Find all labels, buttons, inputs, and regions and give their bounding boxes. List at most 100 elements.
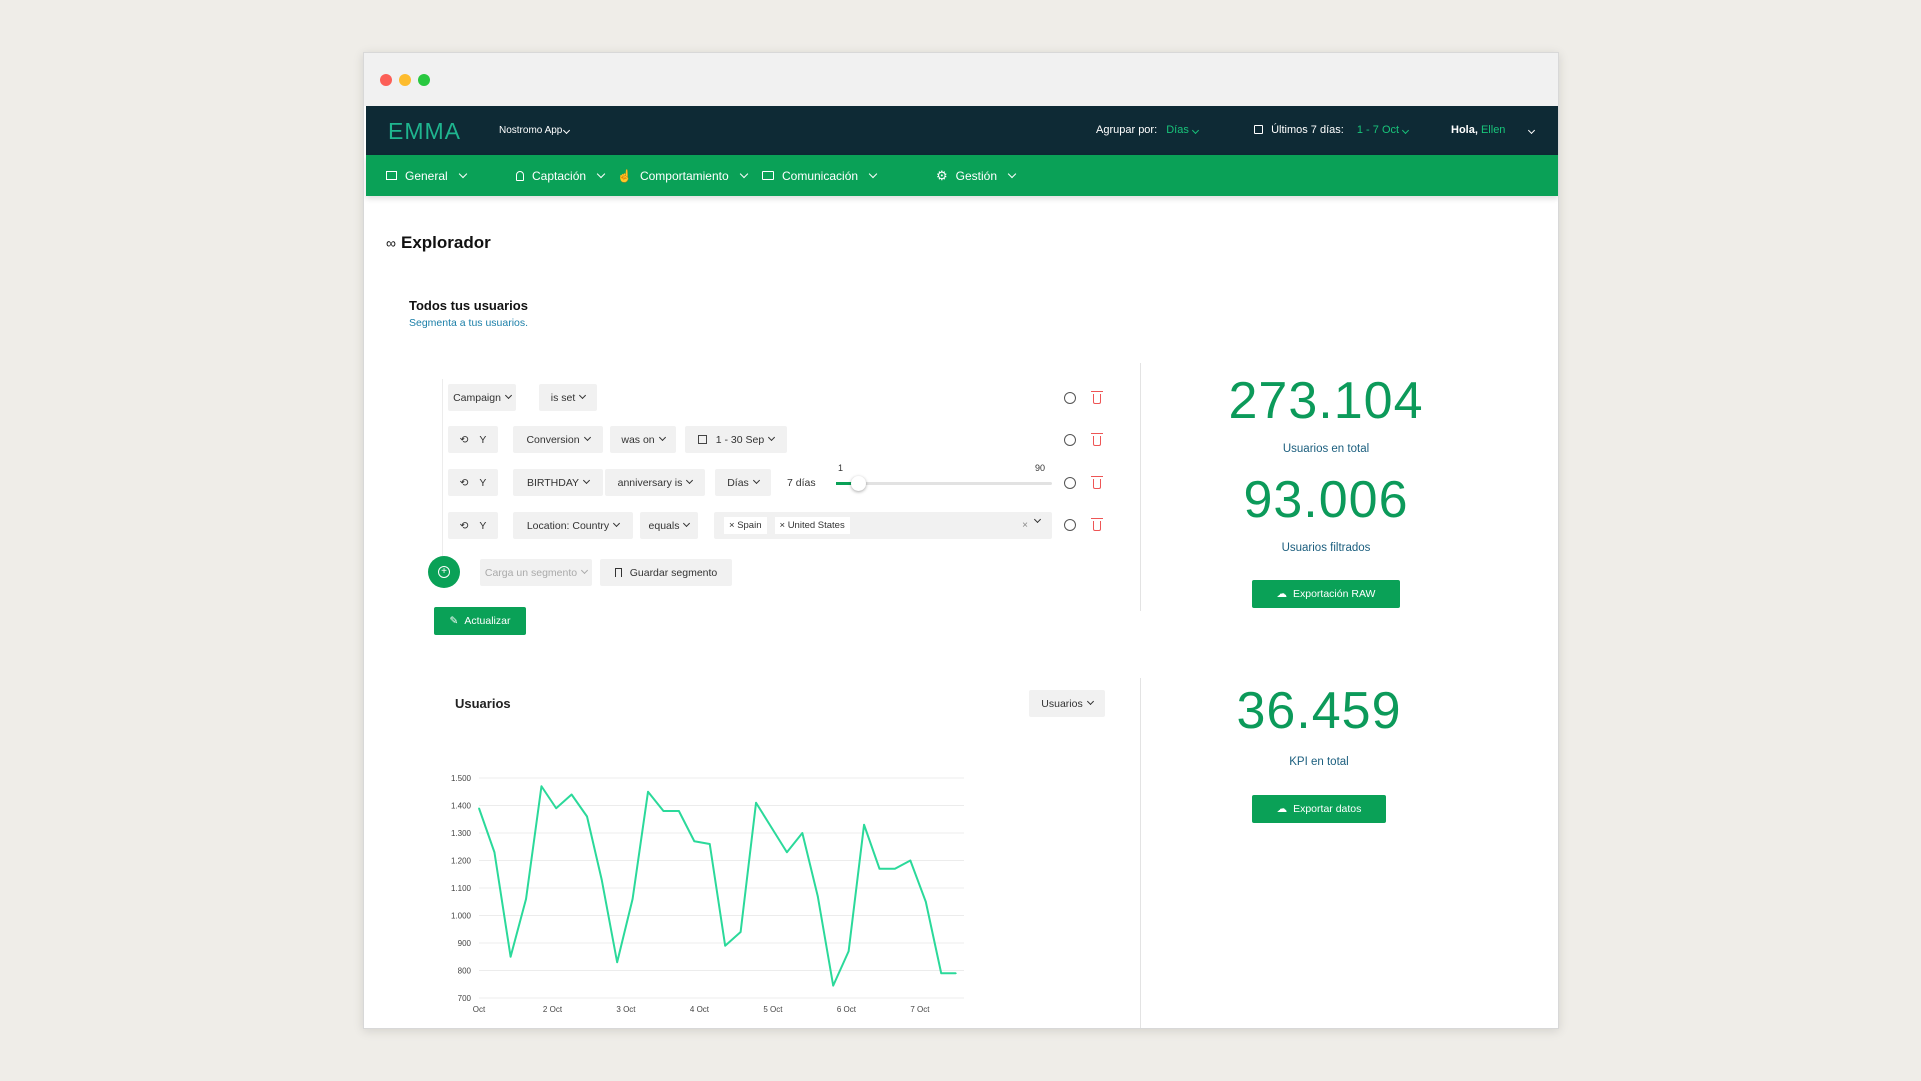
operator-select[interactable]: is set (539, 384, 597, 411)
app-selector[interactable]: Nostromo App (499, 125, 571, 136)
nav-comunicacion[interactable]: Comunicación (762, 155, 878, 196)
chevron-down-icon (504, 391, 512, 400)
chevron-down-icon (739, 169, 748, 178)
join-select[interactable]: ⟲ Y (448, 512, 498, 539)
date-range-label: Últimos 7 días: (1271, 124, 1344, 136)
field-select[interactable]: Campaign (448, 384, 516, 411)
nav-general[interactable]: General (386, 155, 467, 196)
chevron-down-icon[interactable] (1033, 515, 1042, 524)
section-subtitle: Segmenta a tus usuarios. (409, 317, 529, 329)
tag: × Spain (724, 517, 767, 534)
x-tick-label: 2 Oct (543, 1005, 563, 1014)
days-readout: 7 días (787, 477, 816, 489)
data-point (647, 790, 649, 793)
delete-icon[interactable] (1091, 391, 1103, 404)
chevron-down-icon (579, 391, 587, 400)
data-point (816, 895, 819, 898)
data-point (586, 815, 588, 818)
operator-select[interactable]: equals (640, 512, 698, 539)
nav-comportamiento[interactable]: ☝ Comportamiento (617, 155, 748, 196)
date-value: 1 - 30 Sep (715, 433, 765, 446)
field-select[interactable]: Conversion (513, 426, 603, 453)
field-select[interactable]: Location: Country (513, 512, 633, 539)
group-by-selector[interactable]: Agrupar por: Días (1096, 124, 1199, 136)
cloud-upload-icon: ☁ (1276, 588, 1288, 600)
metric-select[interactable]: Usuarios (1029, 690, 1105, 717)
chevron-down-icon (583, 476, 591, 485)
date-range-picker[interactable]: 1 - 30 Sep (685, 426, 787, 453)
tag: × United States (774, 517, 850, 534)
nav-label: Comunicación (782, 168, 859, 183)
unit-select[interactable]: Días (715, 469, 771, 496)
remove-tag-icon[interactable]: × (729, 520, 737, 531)
add-condition-icon[interactable] (1064, 519, 1076, 531)
data-point (555, 807, 557, 810)
operator-select[interactable]: was on (610, 426, 676, 453)
nav-label: General (405, 168, 448, 183)
y-tick-label: 1.400 (451, 802, 472, 811)
user-menu[interactable]: Hola, Ellen (1451, 124, 1535, 136)
chevron-down-icon (613, 519, 621, 528)
data-point (678, 810, 680, 812)
emma-logo[interactable]: EMMA (388, 118, 461, 145)
join-select[interactable]: ⟲ Y (448, 426, 498, 453)
maximize-window-button[interactable] (418, 74, 430, 86)
field-select[interactable]: BIRTHDAY (513, 469, 603, 496)
data-point (600, 878, 603, 881)
nav-gestion[interactable]: ⚙ Gestión (936, 155, 1017, 196)
chevron-down-icon (1007, 169, 1017, 178)
data-point (540, 785, 543, 788)
add-condition-icon[interactable] (1064, 392, 1076, 404)
delete-icon[interactable] (1091, 476, 1103, 489)
load-segment-select[interactable]: Carga un segmento (480, 559, 592, 586)
clear-icon[interactable]: × (1022, 520, 1028, 531)
join-value: Y (479, 433, 487, 446)
data-point (509, 955, 512, 958)
add-filter-button[interactable]: + (428, 556, 460, 588)
x-tick-label: 3 Oct (616, 1005, 636, 1014)
country-multiselect[interactable]: × Spain × United States × (714, 512, 1052, 539)
update-button[interactable]: ✎ Actualizar (434, 607, 526, 635)
save-segment-button[interactable]: Guardar segmento (600, 559, 732, 586)
delete-icon[interactable] (1091, 518, 1103, 531)
series-line (478, 785, 956, 987)
data-point (493, 851, 496, 854)
data-point (863, 823, 865, 826)
operator-select[interactable]: anniversary is (605, 469, 705, 496)
join-select[interactable]: ⟲ Y (448, 469, 498, 496)
date-range-selector[interactable]: Últimos 7 días: 1 - 7 Oct (1254, 124, 1410, 136)
chevron-down-icon (768, 433, 776, 442)
slider-thumb[interactable] (850, 476, 866, 491)
delete-icon[interactable] (1091, 433, 1103, 446)
chevron-down-icon (581, 566, 589, 575)
nav-label: Comportamiento (639, 168, 729, 183)
total-users-value: 273.104 (1228, 372, 1424, 430)
y-tick-label: 900 (458, 939, 472, 948)
section-title: Todos tus usuarios (409, 298, 528, 313)
y-tick-label: 1.500 (451, 774, 472, 783)
close-window-button[interactable] (380, 74, 392, 86)
data-point (770, 826, 773, 829)
filter-divider (442, 379, 443, 584)
calendar-icon (697, 435, 707, 444)
data-point (940, 972, 943, 975)
chevron-down-icon (686, 476, 694, 485)
nav-label: Gestión (955, 168, 998, 183)
join-value: Y (479, 476, 487, 489)
chat-icon (762, 171, 774, 180)
remove-tag-icon[interactable]: × (780, 520, 788, 531)
export-data-button[interactable]: ☁ Exportar datos (1252, 795, 1386, 823)
unit-value: Días (727, 476, 749, 489)
data-point (955, 972, 957, 975)
add-condition-icon[interactable] (1064, 434, 1076, 446)
data-point (570, 793, 573, 796)
minimize-window-button[interactable] (399, 74, 411, 86)
user-icon (516, 170, 524, 181)
days-slider[interactable] (836, 476, 1052, 491)
export-raw-button[interactable]: ☁ Exportación RAW (1252, 580, 1400, 608)
nav-captacion[interactable]: Captación (516, 155, 606, 196)
chevron-down-icon (563, 126, 571, 135)
data-point (616, 961, 618, 964)
chart-title: Usuarios (455, 696, 511, 711)
add-condition-icon[interactable] (1064, 477, 1076, 489)
